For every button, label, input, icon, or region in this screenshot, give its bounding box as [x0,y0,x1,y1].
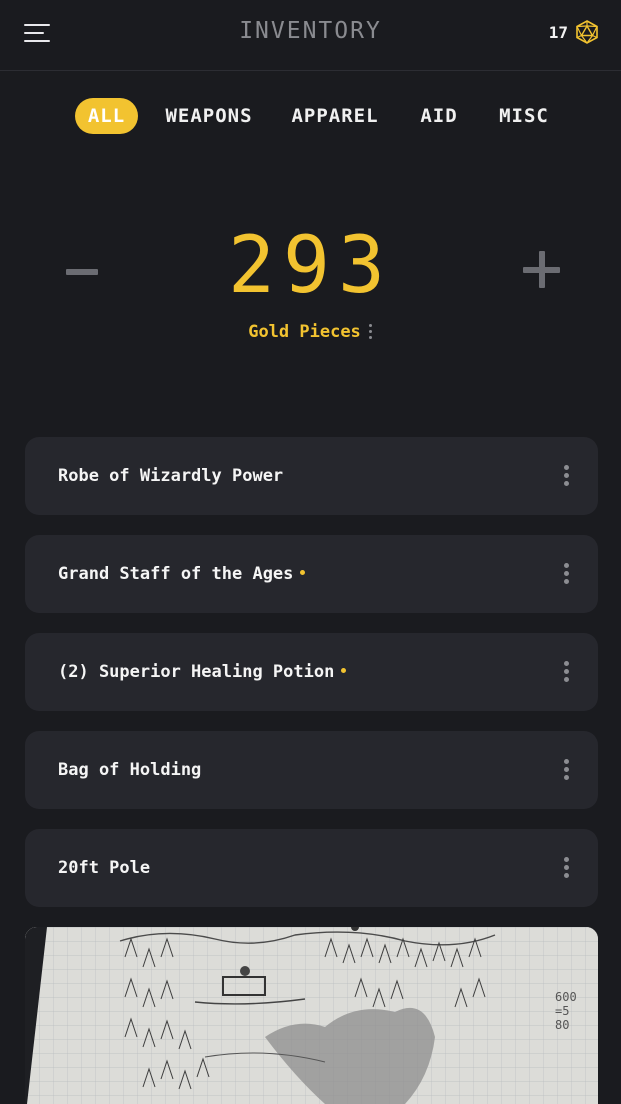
category-tabs: ALL WEAPONS APPAREL AID MISC [0,98,621,136]
equipped-dot-icon [341,667,347,673]
map-note-line-3: 80 [555,1018,569,1032]
gold-label: Gold Pieces [248,322,361,342]
list-item[interactable]: (2) Superior Healing Potion [25,633,598,711]
tab-all[interactable]: ALL [75,98,138,134]
more-options-icon[interactable] [564,563,570,585]
currency-selector[interactable]: Gold Pieces [0,322,621,342]
item-name: Grand Staff of the Ages [58,535,306,613]
equipped-dot-icon [300,569,306,575]
d20-icon [576,20,598,44]
tab-weapons[interactable]: WEAPONS [162,98,256,134]
tab-aid[interactable]: AID [414,98,464,134]
increment-button[interactable] [523,251,561,289]
level-indicator[interactable]: 17 [549,20,599,44]
list-item[interactable]: 20ft Pole [25,829,598,907]
map-note-line-2: =5 [555,1004,569,1018]
gold-counter: 293 Gold Pieces [0,220,621,350]
item-name: Robe of Wizardly Power [58,466,284,486]
tab-misc[interactable]: MISC [494,98,554,134]
list-item[interactable]: Grand Staff of the Ages [25,535,598,613]
item-name: Bag of Holding [58,760,202,780]
more-options-icon[interactable] [564,857,570,879]
top-bar: INVENTORY 17 [0,0,621,71]
item-name: (2) Superior Healing Potion [58,633,347,711]
map-note-line-1: 600 [555,990,577,1004]
more-options-icon[interactable] [564,759,570,781]
map-drawing: 600 =5 80 [25,927,598,1104]
hand-drawn-map-image[interactable]: 600 =5 80 [25,927,598,1104]
level-number: 17 [548,22,568,42]
item-name: 20ft Pole [58,858,151,878]
more-options-icon[interactable] [564,661,570,683]
page-title: INVENTORY [239,18,382,44]
more-options-icon[interactable] [564,465,570,487]
currency-options-icon[interactable] [368,324,373,340]
list-item[interactable]: Bag of Holding [25,731,598,809]
list-item[interactable]: Robe of Wizardly Power [25,437,598,515]
tab-apparel[interactable]: APPAREL [289,98,381,134]
